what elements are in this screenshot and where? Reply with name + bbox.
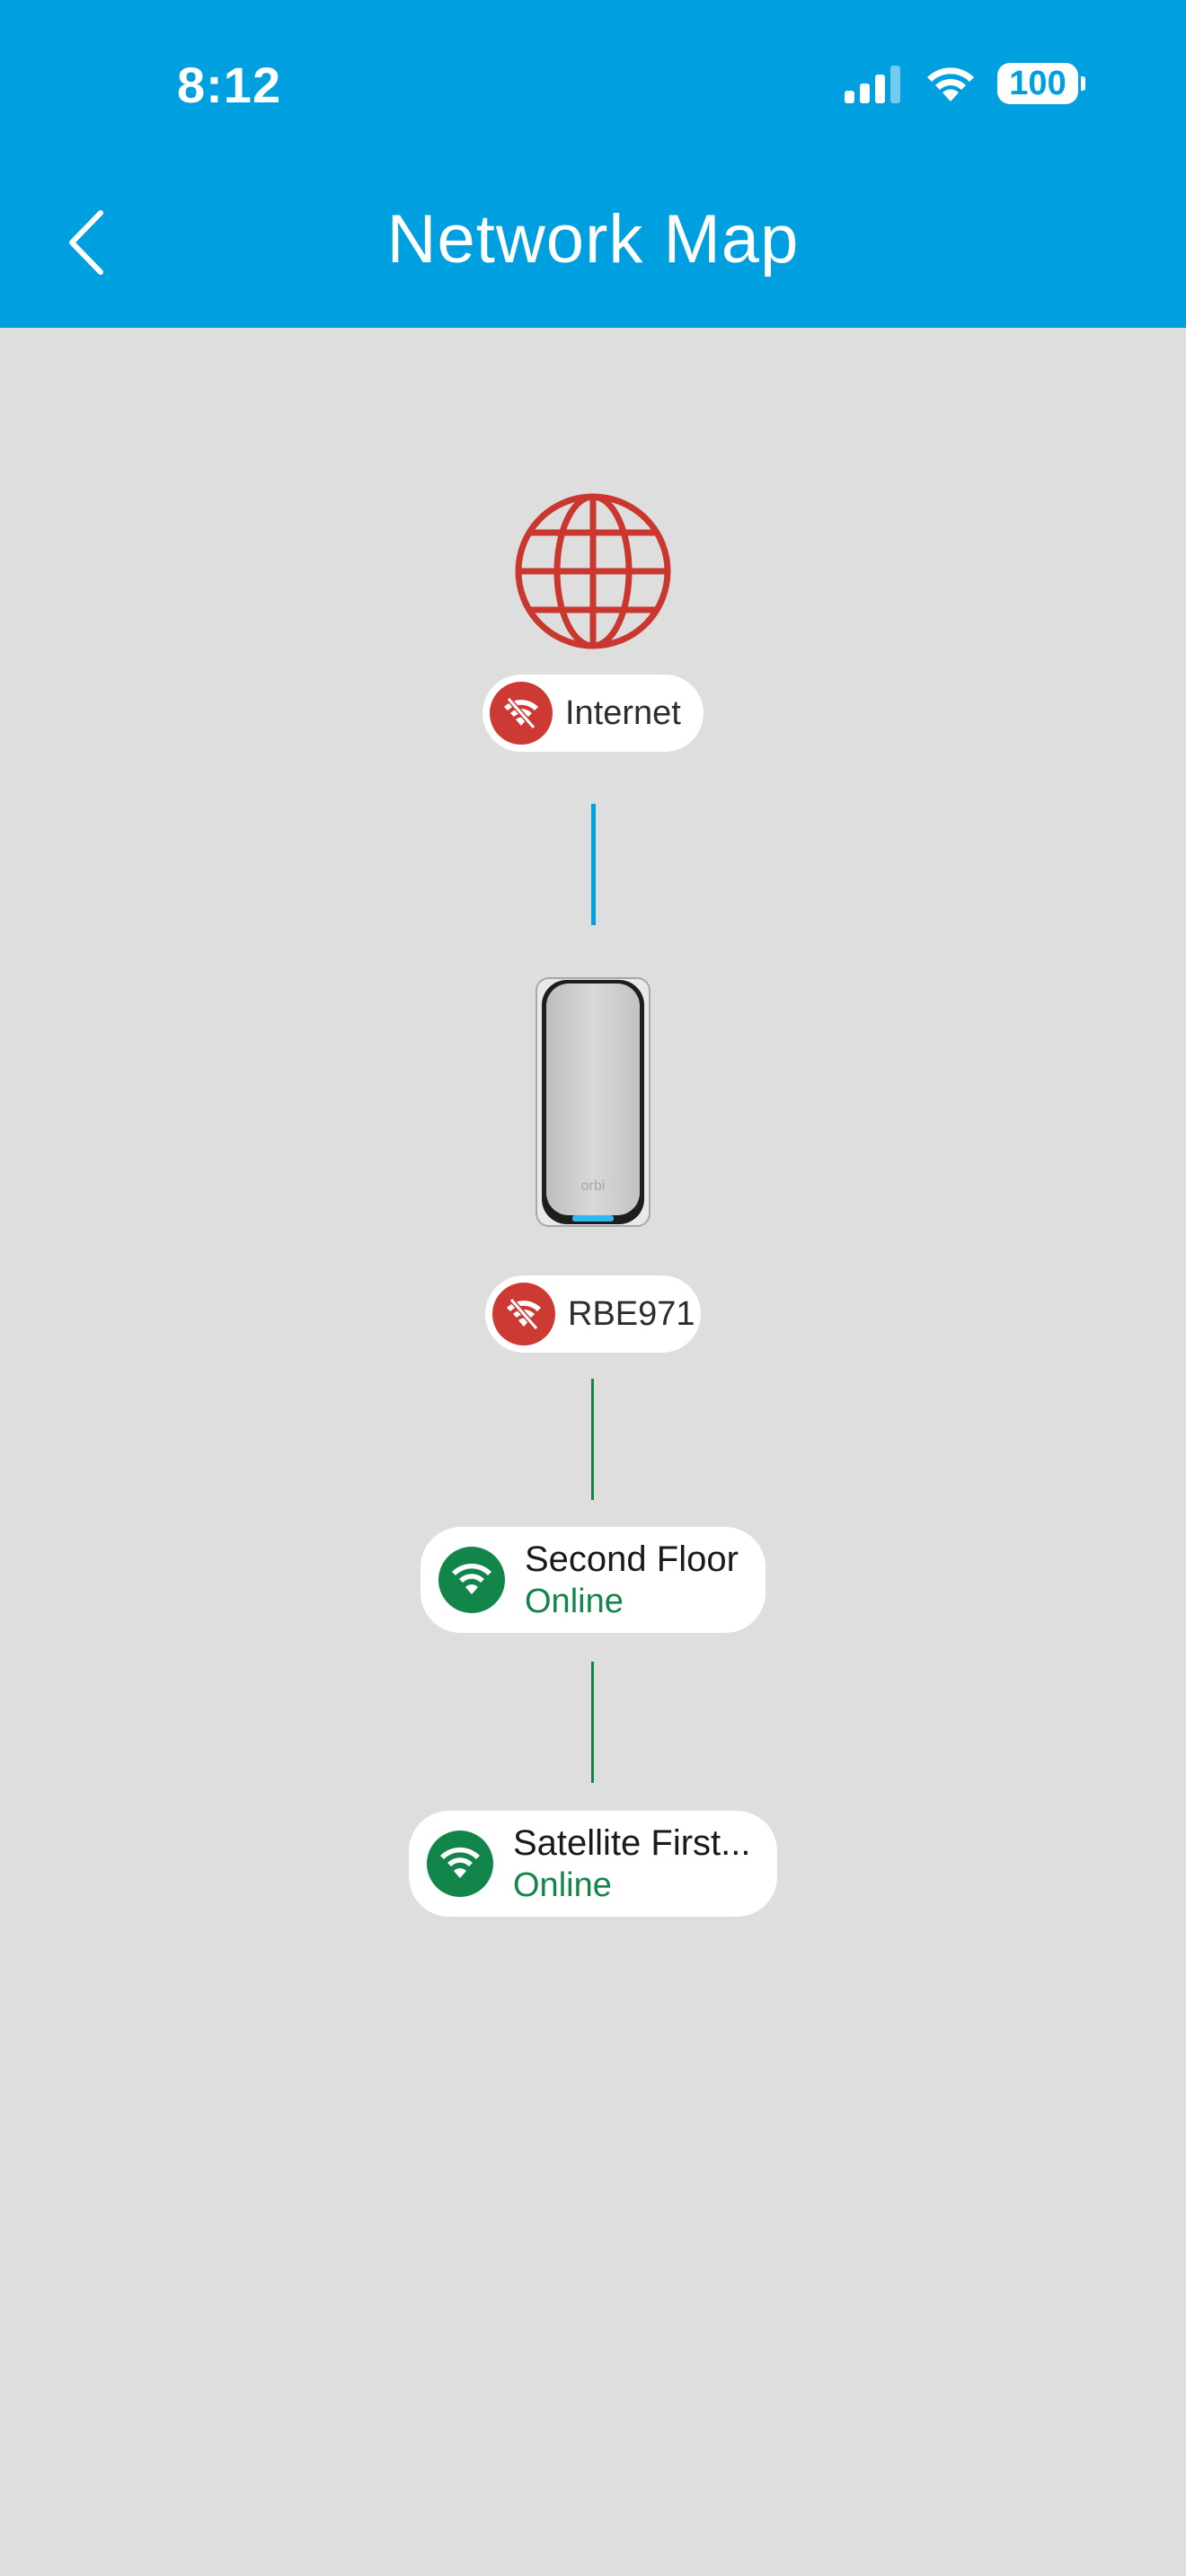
satellite1-satellite2-link [591,1662,594,1783]
status-time: 8:12 [177,57,282,113]
satellite1-name: Second Floor [525,1539,739,1579]
wifi-icon [440,1847,480,1878]
page-title: Network Map [386,201,800,278]
router-label: RBE971 [568,1294,695,1333]
satellite-first-floor-pill[interactable]: Satellite First... Online [409,1811,777,1917]
router-status-pill[interactable]: RBE971 [485,1275,701,1353]
satellite1-status: Online [525,1583,624,1620]
svg-text:orbi: orbi [581,1178,606,1194]
satellite2-online-badge [427,1831,493,1897]
internet-router-link [591,804,596,925]
satellite2-name: Satellite First... [513,1823,751,1863]
satellite1-text: Second Floor Online [525,1538,739,1622]
satellite2-status: Online [513,1866,612,1904]
app-header: 8:12 100 Network Map [0,0,1186,328]
satellite2-text: Satellite First... Online [513,1822,751,1906]
globe-icon[interactable] [512,490,674,652]
internet-status-pill[interactable]: Internet [482,675,704,752]
status-icons: 100 [843,63,1085,104]
internet-offline-badge [490,682,553,745]
satellite-second-floor-pill[interactable]: Second Floor Online [420,1527,766,1633]
wifi-icon [452,1563,491,1594]
router-offline-badge [492,1283,555,1345]
router-device-image[interactable]: orbi [535,975,651,1231]
battery-indicator: 100 [997,63,1085,104]
satellite1-online-badge [438,1547,505,1613]
cellular-signal-icon [845,66,900,103]
wifi-off-icon [504,697,538,729]
internet-label: Internet [565,693,681,732]
router-satellite1-link [591,1379,594,1500]
wifi-off-icon [507,1298,541,1330]
wifi-signal-icon [927,67,974,101]
